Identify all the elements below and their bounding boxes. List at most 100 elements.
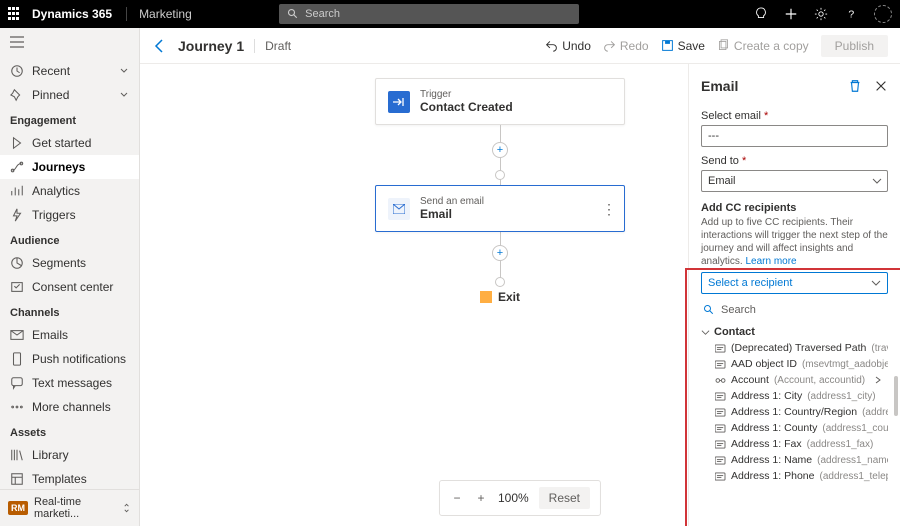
sidebar-item-label: Get started xyxy=(32,136,91,150)
sidebar-consent[interactable]: Consent center xyxy=(0,275,139,299)
global-topbar: Dynamics 365 Marketing Search ? xyxy=(0,0,900,28)
search-icon xyxy=(287,8,299,20)
dropdown-item[interactable]: Address 1: County (address1_county) xyxy=(701,420,888,436)
trigger-value: Contact Created xyxy=(420,100,513,114)
flag-icon xyxy=(480,291,492,303)
delete-icon[interactable] xyxy=(848,79,862,93)
svg-text:?: ? xyxy=(848,9,854,21)
sidebar-triggers[interactable]: Triggers xyxy=(0,203,139,227)
global-search[interactable]: Search xyxy=(279,4,579,24)
sidebar: Recent Pinned Engagement Get started Jou… xyxy=(0,28,140,526)
select-email-input[interactable]: --- xyxy=(701,125,888,147)
nav-head-channels: Channels xyxy=(0,299,139,323)
add-step-button-2[interactable]: + xyxy=(492,245,508,261)
help-icon[interactable]: ? xyxy=(844,7,858,21)
node-menu-button[interactable]: ⋮ xyxy=(602,204,616,214)
sidebar-item-label: More channels xyxy=(32,400,111,414)
sidebar-get-started[interactable]: Get started xyxy=(0,131,139,155)
crumb-actions: Undo Redo Save Create a copy Publish xyxy=(545,35,888,57)
cc-select[interactable]: Select a recipient xyxy=(701,272,888,294)
close-icon[interactable] xyxy=(874,79,888,93)
dropdown-item[interactable]: Address 1: City (address1_city) xyxy=(701,388,888,404)
area-switcher[interactable]: RM Real-time marketi... xyxy=(0,489,139,526)
email-icon xyxy=(388,198,410,220)
brand: Dynamics 365 xyxy=(32,7,112,21)
zoom-reset-button[interactable]: Reset xyxy=(539,487,590,509)
journey-canvas[interactable]: TriggerContact Created + Send an emailEm… xyxy=(140,64,900,526)
dropdown-item[interactable]: Account (Account, accountid) xyxy=(701,372,888,388)
redo-button[interactable]: Redo xyxy=(603,39,649,53)
dropdown-search[interactable]: Search xyxy=(701,300,888,320)
properties-panel: Email Select email --- Send to Email Add… xyxy=(688,64,900,526)
sidebar-item-label: Recent xyxy=(32,64,70,78)
chevron-down-icon xyxy=(701,328,710,337)
learn-more-link[interactable]: Learn more xyxy=(745,256,796,267)
flow: TriggerContact Created + Send an emailEm… xyxy=(375,78,625,304)
save-button[interactable]: Save xyxy=(661,39,705,53)
sidebar-library[interactable]: Library xyxy=(0,443,139,467)
sidebar-more-channels[interactable]: More channels xyxy=(0,395,139,419)
hamburger-button[interactable] xyxy=(0,28,139,59)
sidebar-item-label: Triggers xyxy=(32,208,76,222)
email-value: Email xyxy=(420,207,484,221)
sidebar-push[interactable]: Push notifications xyxy=(0,347,139,371)
add-step-button[interactable]: + xyxy=(492,142,508,158)
sidebar-item-label: Segments xyxy=(32,256,86,270)
back-button[interactable] xyxy=(152,38,168,54)
plus-icon[interactable] xyxy=(784,7,798,21)
nav-head-engagement: Engagement xyxy=(0,107,139,131)
main: Journey 1 Draft Undo Redo Save Create a … xyxy=(140,28,900,526)
sidebar-item-label: Consent center xyxy=(32,280,113,294)
dropdown-item[interactable]: Address 1: Name (address1_name) xyxy=(701,452,888,468)
nav-head-audience: Audience xyxy=(0,227,139,251)
lightbulb-icon[interactable] xyxy=(754,7,768,21)
sidebar-journeys[interactable]: Journeys xyxy=(0,155,139,179)
sidebar-pinned[interactable]: Pinned xyxy=(0,83,139,107)
page-title: Journey 1 xyxy=(178,38,244,54)
app-launcher-icon[interactable] xyxy=(8,7,22,21)
search-icon xyxy=(703,304,715,316)
sidebar-analytics[interactable]: Analytics xyxy=(0,179,139,203)
zoom-out-button[interactable]: − xyxy=(450,491,464,505)
topbar-right: ? xyxy=(754,5,892,23)
dropdown-item[interactable]: (Deprecated) Traversed Path (traversedpa… xyxy=(701,340,888,356)
email-node[interactable]: Send an emailEmail ⋮ xyxy=(375,185,625,232)
publish-button[interactable]: Publish xyxy=(821,35,888,57)
gear-icon[interactable] xyxy=(814,7,828,21)
trigger-label: Trigger xyxy=(420,89,513,100)
cc-label: Add CC recipients xyxy=(701,202,888,214)
sidebar-segments[interactable]: Segments xyxy=(0,251,139,275)
avatar[interactable] xyxy=(874,5,892,23)
area-label: Real-time marketi... xyxy=(34,496,122,520)
sidebar-item-label: Templates xyxy=(32,472,87,486)
cc-hint: Add up to five CC recipients. Their inte… xyxy=(701,216,888,268)
app-name: Marketing xyxy=(126,7,192,21)
sidebar-sms[interactable]: Text messages xyxy=(0,371,139,395)
dropdown-item[interactable]: AAD object ID (msevtmgt_aadobjectid) xyxy=(701,356,888,372)
select-email-label: Select email xyxy=(701,110,888,122)
sidebar-templates[interactable]: Templates xyxy=(0,467,139,491)
scrollbar[interactable] xyxy=(894,376,898,416)
trigger-node[interactable]: TriggerContact Created xyxy=(375,78,625,125)
area-badge: RM xyxy=(8,501,28,515)
sidebar-recent[interactable]: Recent xyxy=(0,59,139,83)
dropdown-item[interactable]: Address 1: Country/Region (address1_cou.… xyxy=(701,404,888,420)
sidebar-emails[interactable]: Emails xyxy=(0,323,139,347)
dropdown-group[interactable]: Contact xyxy=(701,326,888,338)
cc-dropdown: Search Contact (Deprecated) Traversed Pa… xyxy=(701,300,888,484)
create-copy-button[interactable]: Create a copy xyxy=(717,39,809,53)
dropdown-item[interactable]: Address 1: Phone (address1_telephone1) xyxy=(701,468,888,484)
sidebar-item-label: Analytics xyxy=(32,184,80,198)
dropdown-item[interactable]: Address 1: Fax (address1_fax) xyxy=(701,436,888,452)
panel-title: Email xyxy=(701,78,738,94)
sidebar-item-label: Pinned xyxy=(32,88,69,102)
sidebar-item-label: Text messages xyxy=(32,376,112,390)
zoom-controls: − + 100% Reset xyxy=(439,480,601,516)
updown-icon xyxy=(122,503,131,513)
sidebar-item-label: Journeys xyxy=(32,160,85,174)
journey-status: Draft xyxy=(254,39,291,53)
undo-button[interactable]: Undo xyxy=(545,39,591,53)
exit-end xyxy=(495,277,505,287)
zoom-in-button[interactable]: + xyxy=(474,491,488,505)
send-to-select[interactable]: Email xyxy=(701,170,888,192)
